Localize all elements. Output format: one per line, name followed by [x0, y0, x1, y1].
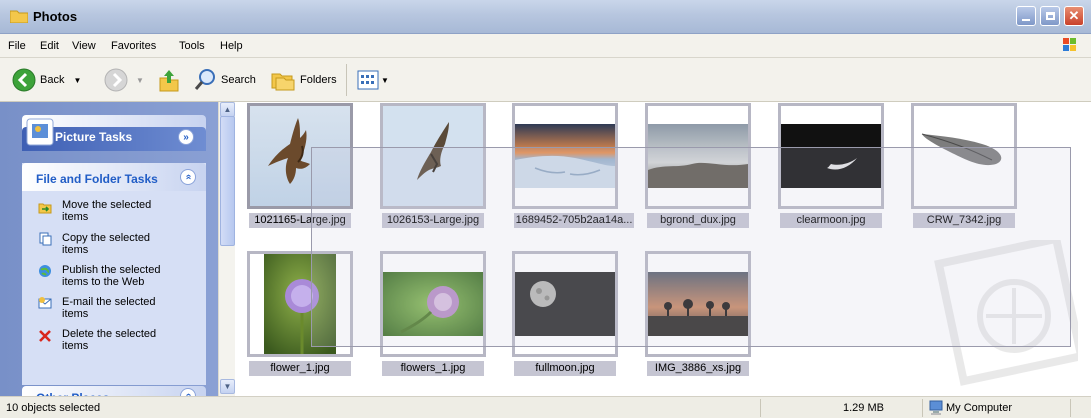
copy-icon: [39, 232, 52, 246]
close-icon: ✕: [1068, 8, 1080, 23]
task-move-line2: items: [62, 211, 89, 223]
minimize-icon: [1022, 19, 1030, 21]
status-location: My Computer: [946, 402, 1013, 414]
folders-icon: [271, 73, 295, 91]
picture-tasks-label: Picture Tasks: [55, 130, 133, 144]
status-divider: [922, 399, 923, 417]
picture-tasks-icon: [26, 118, 54, 146]
status-bar: 10 objects selected 1.29 MB My Computer: [0, 396, 1091, 418]
file-name[interactable]: flower_1.jpg: [249, 361, 351, 376]
file-folder-tasks-label: File and Folder Tasks: [36, 172, 158, 186]
status-divider: [760, 399, 761, 417]
forward-dropdown-icon[interactable]: ▼: [136, 76, 144, 85]
forward-button[interactable]: ▼: [104, 68, 144, 92]
toolbar-separator: [346, 64, 347, 96]
task-copy-line2: items: [62, 244, 89, 256]
folders-button[interactable]: Folders: [270, 68, 337, 92]
status-selected-count: 10 objects selected: [6, 402, 101, 414]
menu-help[interactable]: Help: [220, 40, 243, 52]
views-dropdown-icon[interactable]: ▼: [381, 76, 389, 85]
status-size: 1.29 MB: [843, 402, 884, 414]
move-icon: [38, 203, 52, 214]
task-email-line2: items: [62, 308, 89, 320]
minimize-button[interactable]: [1016, 6, 1036, 26]
forward-arrow-icon: [104, 68, 128, 92]
task-move-line1: Move the selected: [62, 199, 152, 211]
task-pane-scrollbar[interactable]: ▲ ▼: [218, 102, 235, 396]
task-publish-line1: Publish the selected: [62, 264, 161, 276]
task-email-line1: E-mail the selected: [62, 296, 156, 308]
menu-view[interactable]: View: [72, 40, 96, 52]
task-delete-line2: items: [62, 340, 89, 352]
my-computer-icon: [929, 400, 943, 415]
maximize-icon: [1045, 12, 1055, 20]
menu-edit[interactable]: Edit: [40, 40, 59, 52]
search-button[interactable]: Search: [193, 68, 256, 92]
file-name[interactable]: fullmoon.jpg: [514, 361, 616, 376]
task-delete-line1: Delete the selected: [62, 328, 157, 340]
task-publish[interactable]: Publish the selected items to the Web: [62, 264, 222, 288]
email-icon: [38, 297, 52, 309]
folders-label: Folders: [300, 74, 337, 86]
folder-icon: [10, 10, 28, 23]
task-move[interactable]: Move the selected items: [62, 199, 222, 223]
file-folder-tasks-header[interactable]: File and Folder Tasks »: [22, 163, 206, 191]
title-bar: Photos ✕: [0, 0, 1091, 34]
file-name[interactable]: IMG_3886_xs.jpg: [647, 361, 749, 376]
back-label: Back: [40, 74, 65, 86]
scroll-down-icon[interactable]: ▼: [220, 379, 235, 394]
task-copy-line1: Copy the selected: [62, 232, 151, 244]
menu-favorites[interactable]: Favorites: [111, 40, 156, 52]
views-icon: [357, 70, 379, 90]
task-email[interactable]: E-mail the selected items: [62, 296, 222, 320]
scrollbar-thumb[interactable]: [220, 116, 235, 246]
picture-tasks-header[interactable]: Picture Tasks »: [22, 115, 206, 151]
menu-bar: File Edit View Favorites Tools Help: [0, 34, 1091, 58]
publish-web-icon: [39, 265, 51, 277]
windows-logo-icon: [1056, 36, 1084, 56]
back-button[interactable]: Back ▼: [12, 68, 81, 92]
views-button[interactable]: ▼: [357, 70, 389, 90]
up-folder-icon[interactable]: [158, 68, 180, 92]
maximize-button[interactable]: [1040, 6, 1060, 26]
menu-file[interactable]: File: [8, 40, 26, 52]
window-title: Photos: [33, 9, 78, 24]
delete-icon: [39, 330, 51, 342]
search-label: Search: [221, 74, 256, 86]
scroll-up-icon[interactable]: ▲: [220, 102, 235, 117]
task-copy[interactable]: Copy the selected items: [62, 232, 222, 256]
chevron-collapse-icon[interactable]: »: [180, 169, 196, 185]
task-delete[interactable]: Delete the selected items: [62, 328, 222, 352]
status-divider: [1070, 399, 1071, 417]
chevron-expand-icon[interactable]: »: [178, 129, 194, 145]
menu-tools[interactable]: Tools: [179, 40, 205, 52]
task-publish-line2: items to the Web: [62, 276, 145, 288]
close-button[interactable]: ✕: [1064, 6, 1084, 26]
back-arrow-icon: [12, 68, 36, 92]
search-icon: [194, 69, 215, 90]
drag-selection-rectangle: [311, 147, 1071, 347]
back-dropdown-icon[interactable]: ▼: [73, 76, 81, 85]
file-name[interactable]: flowers_1.jpg: [382, 361, 484, 376]
